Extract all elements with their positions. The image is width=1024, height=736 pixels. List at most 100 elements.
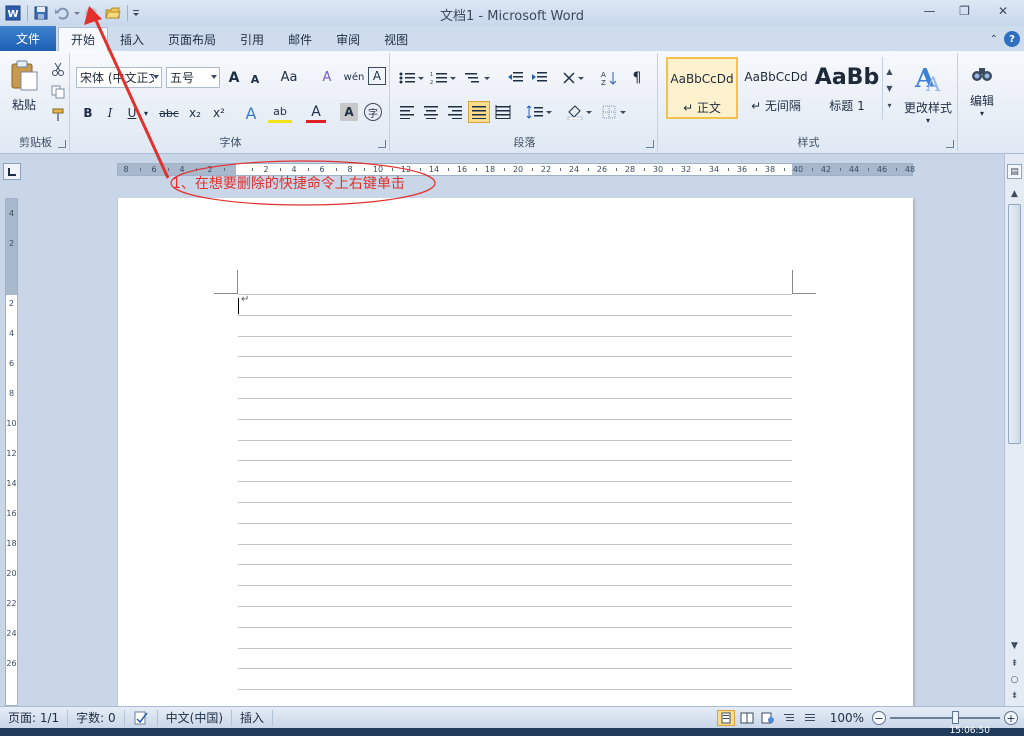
italic-button[interactable]: I	[100, 103, 120, 123]
vertical-scrollbar[interactable]: ▤ ▲ ▼ ⇞ ○ ⇟	[1004, 154, 1024, 706]
ruler-toggle-icon[interactable]: ▤	[1007, 164, 1022, 179]
style-no-spacing[interactable]: AaBbCcDd ↵ 无间隔	[740, 57, 812, 119]
tab-review[interactable]: 审阅	[324, 27, 372, 51]
paste-button[interactable]: 粘贴	[6, 57, 42, 115]
next-page-icon[interactable]: ⇟	[1007, 688, 1022, 703]
align-center-icon[interactable]	[420, 101, 442, 123]
line-spacing-icon[interactable]	[524, 101, 554, 123]
font-color-button[interactable]: A	[306, 103, 326, 123]
language-status[interactable]: 中文(中国)	[158, 709, 233, 726]
tab-mailings[interactable]: 邮件	[276, 27, 324, 51]
strikethrough-button[interactable]: abc	[156, 103, 182, 123]
change-styles-label: 更改样式	[903, 101, 952, 115]
superscript-button[interactable]: x²	[208, 103, 230, 123]
char-shading-button[interactable]: A	[340, 103, 358, 121]
minimize-button[interactable]: —	[912, 0, 947, 22]
vertical-ruler[interactable]: 4 2 2 4 6 8 10 12 14 16 18 20 22 24 26	[5, 198, 18, 706]
format-painter-icon[interactable]	[48, 105, 68, 125]
tab-view[interactable]: 视图	[372, 27, 420, 51]
increase-indent-icon[interactable]	[528, 67, 550, 88]
align-left-icon[interactable]	[396, 101, 418, 123]
tab-home[interactable]: 开始	[58, 27, 109, 51]
phonetic-guide-button[interactable]: wén	[342, 67, 366, 88]
scroll-down-icon[interactable]: ▼	[1007, 638, 1022, 653]
justify-icon[interactable]	[468, 101, 490, 123]
styles-down-icon[interactable]: ▼	[886, 84, 892, 93]
close-button[interactable]: ✕	[982, 0, 1024, 22]
tab-file[interactable]: 文件	[0, 26, 56, 51]
distributed-icon[interactable]	[492, 101, 514, 123]
char-border-button[interactable]: A	[368, 67, 386, 85]
editing-button[interactable]: 编辑 ▾	[964, 57, 1000, 123]
tab-references[interactable]: 引用	[228, 27, 276, 51]
change-case-button[interactable]: Aa	[276, 67, 302, 88]
vruler-number: 12	[6, 449, 17, 458]
full-screen-reading-icon[interactable]	[738, 710, 756, 726]
font-launcher-icon[interactable]	[378, 140, 386, 148]
proofing-icon[interactable]	[125, 709, 158, 726]
bold-button[interactable]: B	[78, 103, 98, 123]
shrink-font-button[interactable]: A	[246, 69, 264, 90]
grow-font-button[interactable]: A	[224, 67, 244, 88]
copy-icon[interactable]	[48, 82, 68, 102]
shading-icon[interactable]	[564, 101, 596, 123]
scroll-up-icon[interactable]: ▲	[1007, 186, 1022, 201]
zoom-slider-thumb[interactable]	[952, 711, 959, 724]
outline-view-icon[interactable]	[780, 710, 798, 726]
help-icon[interactable]: ?	[1004, 31, 1020, 47]
borders-icon[interactable]	[600, 101, 630, 123]
print-layout-view-icon[interactable]	[716, 710, 735, 726]
align-right-icon[interactable]	[444, 101, 466, 123]
bullets-icon[interactable]	[396, 67, 426, 88]
word-count[interactable]: 字数: 0	[68, 709, 125, 726]
highlight-button[interactable]: ab	[268, 103, 292, 123]
styles-launcher-icon[interactable]	[946, 140, 954, 148]
draft-view-icon[interactable]	[801, 710, 819, 726]
styles-more-icon[interactable]: ▾	[887, 101, 891, 110]
font-name-combo[interactable]: 宋体 (中文正文	[76, 67, 162, 88]
zoom-out-icon[interactable]: −	[872, 711, 886, 725]
style-normal[interactable]: AaBbCcDd ↵ 正文	[666, 57, 738, 119]
paragraph-launcher-icon[interactable]	[646, 140, 654, 148]
svg-text:1: 1	[430, 72, 433, 78]
page-count[interactable]: 页面: 1/1	[0, 709, 69, 726]
document-page[interactable]: ↵	[118, 198, 913, 706]
change-styles-button[interactable]: AA 更改样式 ▾	[900, 57, 956, 129]
styles-scroll[interactable]: ▲ ▼ ▾	[882, 57, 896, 119]
enclose-char-button[interactable]: 字	[364, 103, 382, 121]
zoom-level[interactable]: 100%	[830, 711, 864, 725]
multilevel-list-icon[interactable]	[462, 67, 492, 88]
style-heading-1[interactable]: AaBb 标题 1	[814, 57, 880, 119]
web-layout-icon[interactable]	[759, 710, 777, 726]
taskbar: 15:06:50	[0, 726, 1024, 736]
styles-up-icon[interactable]: ▲	[886, 67, 892, 76]
tab-insert[interactable]: 插入	[108, 27, 156, 51]
scroll-thumb[interactable]	[1008, 204, 1021, 444]
sort-icon[interactable]: AZ	[598, 67, 620, 88]
tab-selector[interactable]	[3, 163, 21, 180]
restore-button[interactable]: ❐	[947, 0, 982, 22]
chinese-layout-icon[interactable]	[560, 67, 588, 88]
browse-object-icon[interactable]: ○	[1007, 672, 1022, 687]
vruler-number: 20	[6, 569, 17, 578]
subscript-button[interactable]: x₂	[184, 103, 206, 123]
clipboard-launcher-icon[interactable]	[58, 140, 66, 148]
insert-mode-status[interactable]: 插入	[232, 709, 274, 726]
grid-line	[238, 668, 792, 670]
ruler-number: 26	[596, 165, 608, 174]
underline-button[interactable]: U	[122, 103, 142, 123]
decrease-indent-icon[interactable]	[504, 67, 526, 88]
cut-icon[interactable]	[48, 59, 68, 79]
underline-dropdown-icon[interactable]: ▾	[142, 103, 150, 123]
previous-page-icon[interactable]: ⇞	[1007, 656, 1022, 671]
show-marks-icon[interactable]: ¶	[626, 67, 648, 88]
zoom-slider[interactable]	[890, 711, 1000, 724]
zoom-in-icon[interactable]: +	[1004, 711, 1018, 725]
font-size-combo[interactable]: 五号	[166, 67, 220, 88]
clear-format-button[interactable]: A	[316, 67, 338, 88]
minimize-ribbon-icon[interactable]: ⌃	[990, 34, 998, 45]
style-no-spacing-name: ↵ 无间隔	[751, 99, 801, 113]
numbering-icon[interactable]: 12	[428, 67, 458, 88]
text-effects-button[interactable]: A	[240, 103, 262, 123]
tab-page-layout[interactable]: 页面布局	[156, 27, 228, 51]
